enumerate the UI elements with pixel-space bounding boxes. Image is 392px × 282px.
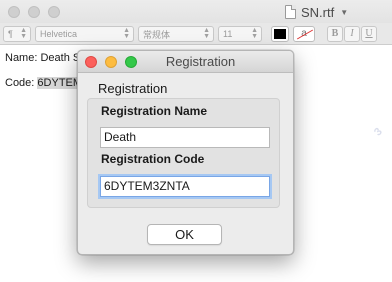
document-selected-code: 6DYTEM	[37, 77, 83, 89]
registration-name-field[interactable]: Death	[100, 127, 270, 148]
window-title-label: SN.rtf	[301, 4, 335, 20]
zoom-window-icon[interactable]	[48, 6, 60, 18]
text-color-swatch	[274, 29, 286, 39]
background-window-titlebar: SN.rtf ▼	[0, 0, 392, 23]
dialog-titlebar: Registration	[78, 51, 293, 73]
close-window-icon[interactable]	[8, 6, 20, 18]
watermark: 3	[372, 125, 385, 139]
document-icon	[285, 5, 296, 19]
document-line-name[interactable]: Name: Death S	[5, 52, 80, 64]
text-color-well[interactable]	[271, 26, 289, 42]
font-style-popup[interactable]: 常规体 ▲ ▼	[138, 26, 214, 42]
window-title[interactable]: SN.rtf ▼	[285, 4, 348, 20]
bold-button[interactable]: B	[327, 26, 343, 42]
document-line-code[interactable]: Code: 6DYTEM	[5, 77, 83, 89]
paragraph-style-label: ¶	[8, 29, 13, 39]
font-size-combo[interactable]: 11 ▲ ▼	[218, 26, 262, 42]
italic-button[interactable]: I	[344, 26, 360, 42]
registration-code-label: Registration Code	[101, 152, 205, 166]
updown-arrow-icon: ▲ ▼	[20, 27, 27, 40]
document-code-prefix: Code:	[5, 77, 38, 89]
ok-button[interactable]: OK	[147, 224, 222, 245]
font-family-popup[interactable]: Helvetica ▲ ▼	[35, 26, 134, 42]
paragraph-style-popup[interactable]: ¶ ▲ ▼	[3, 26, 31, 42]
chevron-down-icon: ▼	[340, 7, 349, 17]
registration-dialog: Registration Registration Registration N…	[77, 50, 294, 255]
registration-name-label: Registration Name	[101, 104, 208, 118]
registration-code-field[interactable]: 6DYTEM3ZNTA	[100, 176, 270, 197]
format-toolbar: ¶ ▲ ▼ Helvetica ▲ ▼ 常规体 ▲ ▼ 11 ▲ ▼ a B I U	[0, 23, 392, 45]
dialog-title: Registration	[165, 54, 236, 69]
group-title: Registration	[98, 81, 168, 96]
highlight-color-well[interactable]: a	[293, 26, 315, 42]
font-size-label: 11	[223, 29, 233, 39]
updown-arrow-icon: ▲ ▼	[123, 27, 130, 40]
minimize-window-icon[interactable]	[28, 6, 40, 18]
updown-arrow-icon: ▲ ▼	[251, 27, 258, 40]
updown-arrow-icon: ▲ ▼	[203, 27, 210, 40]
font-style-label: 常规体	[143, 29, 171, 40]
font-family-label: Helvetica	[40, 29, 78, 39]
underline-button[interactable]: U	[361, 26, 377, 42]
